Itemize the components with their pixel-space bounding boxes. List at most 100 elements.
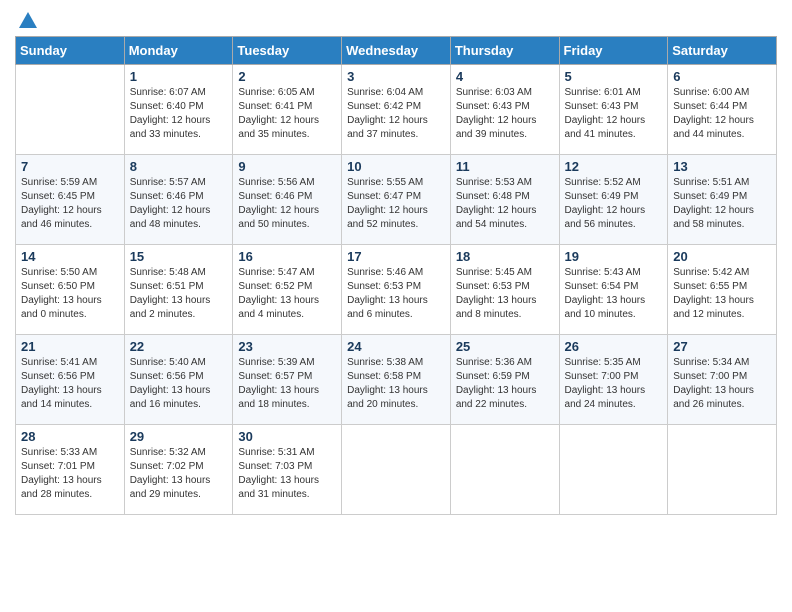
calendar-cell <box>450 425 559 515</box>
day-content: Sunrise: 6:01 AM Sunset: 6:43 PM Dayligh… <box>565 86 663 142</box>
day-number: 29 <box>130 429 228 444</box>
week-row-5: 28Sunrise: 5:33 AM Sunset: 7:01 PM Dayli… <box>16 425 777 515</box>
day-number: 8 <box>130 159 228 174</box>
day-number: 24 <box>347 339 445 354</box>
header-sunday: Sunday <box>16 37 125 65</box>
day-content: Sunrise: 5:35 AM Sunset: 7:00 PM Dayligh… <box>565 356 663 412</box>
calendar-cell: 18 Sunrise: 5:45 AM Sunset: 6:53 PM Dayli… <box>450 245 559 335</box>
calendar-cell: 27 Sunrise: 5:34 AM Sunset: 7:00 PM Dayli… <box>668 335 777 425</box>
day-number: 28 <box>21 429 119 444</box>
day-content: Sunrise: 5:38 AM Sunset: 6:58 PM Dayligh… <box>347 356 445 412</box>
day-content: Sunrise: 6:04 AM Sunset: 6:42 PM Dayligh… <box>347 86 445 142</box>
calendar-cell: 28Sunrise: 5:33 AM Sunset: 7:01 PM Dayli… <box>16 425 125 515</box>
day-content: Sunrise: 5:31 AM Sunset: 7:03 PM Dayligh… <box>238 446 336 502</box>
day-content: Sunrise: 5:43 AM Sunset: 6:54 PM Dayligh… <box>565 266 663 322</box>
day-content: Sunrise: 5:40 AM Sunset: 6:56 PM Dayligh… <box>130 356 228 412</box>
day-content: Sunrise: 5:55 AM Sunset: 6:47 PM Dayligh… <box>347 176 445 232</box>
day-content: Sunrise: 6:05 AM Sunset: 6:41 PM Dayligh… <box>238 86 336 142</box>
week-row-2: 7 Sunrise: 5:59 AM Sunset: 6:45 PM Daylig… <box>16 155 777 245</box>
day-number: 3 <box>347 69 445 84</box>
day-number: 15 <box>130 249 228 264</box>
calendar-cell: 8 Sunrise: 5:57 AM Sunset: 6:46 PM Daylig… <box>124 155 233 245</box>
calendar-cell: 19 Sunrise: 5:43 AM Sunset: 6:54 PM Dayli… <box>559 245 668 335</box>
calendar-cell: 17 Sunrise: 5:46 AM Sunset: 6:53 PM Dayli… <box>342 245 451 335</box>
day-number: 23 <box>238 339 336 354</box>
calendar-cell: 29 Sunrise: 5:32 AM Sunset: 7:02 PM Dayli… <box>124 425 233 515</box>
day-content: Sunrise: 5:48 AM Sunset: 6:51 PM Dayligh… <box>130 266 228 322</box>
calendar-cell: 23 Sunrise: 5:39 AM Sunset: 6:57 PM Dayli… <box>233 335 342 425</box>
day-number: 19 <box>565 249 663 264</box>
day-content: Sunrise: 5:32 AM Sunset: 7:02 PM Dayligh… <box>130 446 228 502</box>
day-number: 6 <box>673 69 771 84</box>
calendar-cell <box>342 425 451 515</box>
day-number: 27 <box>673 339 771 354</box>
calendar-cell: 26 Sunrise: 5:35 AM Sunset: 7:00 PM Dayli… <box>559 335 668 425</box>
day-number: 12 <box>565 159 663 174</box>
day-content: Sunrise: 5:56 AM Sunset: 6:46 PM Dayligh… <box>238 176 336 232</box>
day-number: 18 <box>456 249 554 264</box>
day-content: Sunrise: 5:45 AM Sunset: 6:53 PM Dayligh… <box>456 266 554 322</box>
day-content: Sunrise: 5:36 AM Sunset: 6:59 PM Dayligh… <box>456 356 554 412</box>
day-number: 22 <box>130 339 228 354</box>
day-number: 4 <box>456 69 554 84</box>
calendar-cell <box>16 65 125 155</box>
day-content: Sunrise: 5:59 AM Sunset: 6:45 PM Dayligh… <box>21 176 119 232</box>
day-content: Sunrise: 5:47 AM Sunset: 6:52 PM Dayligh… <box>238 266 336 322</box>
day-content: Sunrise: 5:50 AM Sunset: 6:50 PM Dayligh… <box>21 266 119 322</box>
week-row-4: 21 Sunrise: 5:41 AM Sunset: 6:56 PM Dayli… <box>16 335 777 425</box>
day-number: 11 <box>456 159 554 174</box>
day-number: 20 <box>673 249 771 264</box>
header-monday: Monday <box>124 37 233 65</box>
day-content: Sunrise: 5:57 AM Sunset: 6:46 PM Dayligh… <box>130 176 228 232</box>
header-tuesday: Tuesday <box>233 37 342 65</box>
day-number: 7 <box>21 159 119 174</box>
day-content: Sunrise: 5:46 AM Sunset: 6:53 PM Dayligh… <box>347 266 445 322</box>
calendar-cell: 12 Sunrise: 5:52 AM Sunset: 6:49 PM Dayli… <box>559 155 668 245</box>
calendar-cell <box>668 425 777 515</box>
calendar-cell: 11 Sunrise: 5:53 AM Sunset: 6:48 PM Dayli… <box>450 155 559 245</box>
day-content: Sunrise: 5:42 AM Sunset: 6:55 PM Dayligh… <box>673 266 771 322</box>
day-number: 26 <box>565 339 663 354</box>
calendar-table: SundayMondayTuesdayWednesdayThursdayFrid… <box>15 36 777 515</box>
calendar-cell: 5Sunrise: 6:01 AM Sunset: 6:43 PM Daylig… <box>559 65 668 155</box>
calendar-cell <box>559 425 668 515</box>
day-number: 2 <box>238 69 336 84</box>
day-number: 17 <box>347 249 445 264</box>
day-content: Sunrise: 5:34 AM Sunset: 7:00 PM Dayligh… <box>673 356 771 412</box>
calendar-cell: 10 Sunrise: 5:55 AM Sunset: 6:47 PM Dayli… <box>342 155 451 245</box>
calendar-cell: 22 Sunrise: 5:40 AM Sunset: 6:56 PM Dayli… <box>124 335 233 425</box>
day-number: 1 <box>130 69 228 84</box>
header-friday: Friday <box>559 37 668 65</box>
calendar-cell: 30 Sunrise: 5:31 AM Sunset: 7:03 PM Dayli… <box>233 425 342 515</box>
calendar-cell: 9 Sunrise: 5:56 AM Sunset: 6:46 PM Daylig… <box>233 155 342 245</box>
calendar-cell: 15 Sunrise: 5:48 AM Sunset: 6:51 PM Dayli… <box>124 245 233 335</box>
calendar-cell: 7 Sunrise: 5:59 AM Sunset: 6:45 PM Daylig… <box>16 155 125 245</box>
calendar-cell: 6 Sunrise: 6:00 AM Sunset: 6:44 PM Daylig… <box>668 65 777 155</box>
header-wednesday: Wednesday <box>342 37 451 65</box>
calendar-cell: 1 Sunrise: 6:07 AM Sunset: 6:40 PM Daylig… <box>124 65 233 155</box>
week-row-3: 14Sunrise: 5:50 AM Sunset: 6:50 PM Dayli… <box>16 245 777 335</box>
day-content: Sunrise: 5:51 AM Sunset: 6:49 PM Dayligh… <box>673 176 771 232</box>
page-header <box>15 10 777 28</box>
week-row-1: 1 Sunrise: 6:07 AM Sunset: 6:40 PM Daylig… <box>16 65 777 155</box>
calendar-cell: 14Sunrise: 5:50 AM Sunset: 6:50 PM Dayli… <box>16 245 125 335</box>
calendar-cell: 20 Sunrise: 5:42 AM Sunset: 6:55 PM Dayli… <box>668 245 777 335</box>
day-number: 21 <box>21 339 119 354</box>
calendar-cell: 2 Sunrise: 6:05 AM Sunset: 6:41 PM Daylig… <box>233 65 342 155</box>
day-number: 25 <box>456 339 554 354</box>
day-number: 16 <box>238 249 336 264</box>
day-content: Sunrise: 5:39 AM Sunset: 6:57 PM Dayligh… <box>238 356 336 412</box>
day-content: Sunrise: 6:03 AM Sunset: 6:43 PM Dayligh… <box>456 86 554 142</box>
logo <box>15 10 39 28</box>
day-content: Sunrise: 5:52 AM Sunset: 6:49 PM Dayligh… <box>565 176 663 232</box>
day-content: Sunrise: 6:07 AM Sunset: 6:40 PM Dayligh… <box>130 86 228 142</box>
day-content: Sunrise: 6:00 AM Sunset: 6:44 PM Dayligh… <box>673 86 771 142</box>
day-content: Sunrise: 5:53 AM Sunset: 6:48 PM Dayligh… <box>456 176 554 232</box>
day-number: 30 <box>238 429 336 444</box>
header-saturday: Saturday <box>668 37 777 65</box>
day-content: Sunrise: 5:41 AM Sunset: 6:56 PM Dayligh… <box>21 356 119 412</box>
day-number: 9 <box>238 159 336 174</box>
day-number: 10 <box>347 159 445 174</box>
calendar-cell: 4 Sunrise: 6:03 AM Sunset: 6:43 PM Daylig… <box>450 65 559 155</box>
calendar-cell: 25 Sunrise: 5:36 AM Sunset: 6:59 PM Dayli… <box>450 335 559 425</box>
